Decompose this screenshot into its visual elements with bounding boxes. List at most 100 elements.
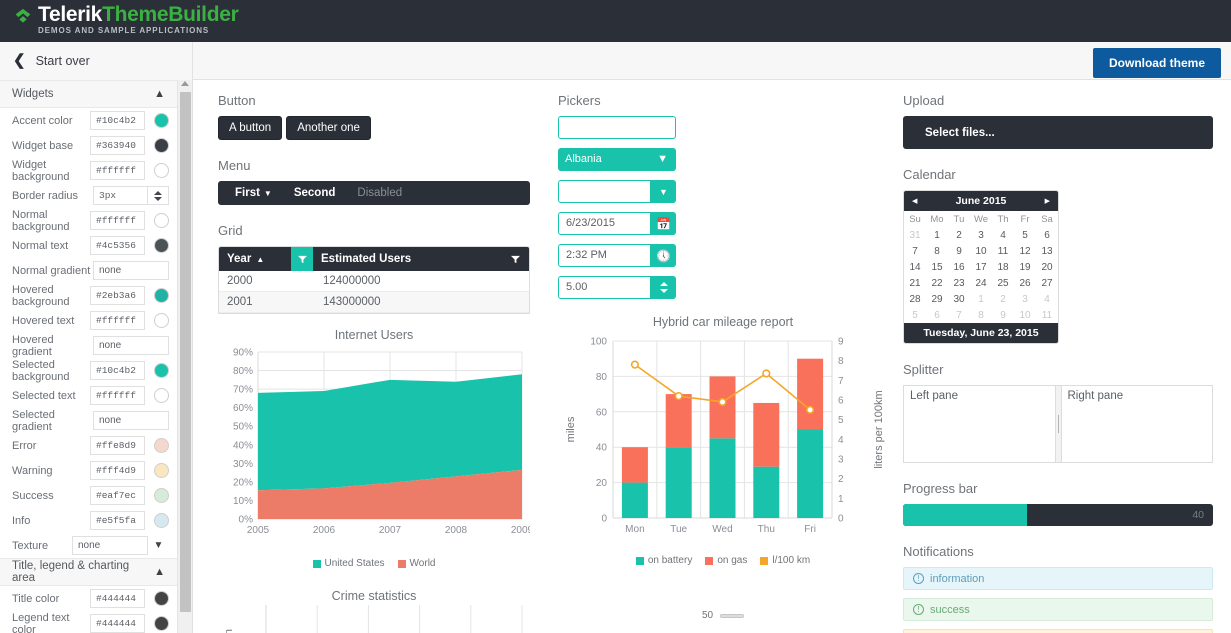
calendar-day-cell[interactable]: 4 [1036, 291, 1058, 307]
sidebar-setting-row[interactable]: Title color #444444 [0, 586, 177, 611]
numeric-textbox[interactable]: 5.00 [558, 276, 676, 299]
setting-control[interactable]: #444444 [90, 589, 169, 608]
setting-value-input[interactable]: #4c5356 [90, 236, 145, 255]
legend-item-l100km[interactable]: l/100 km [760, 555, 810, 566]
calendar-day-cell[interactable]: 20 [1036, 259, 1058, 275]
a-button[interactable]: A button [218, 116, 283, 140]
color-swatch-icon[interactable] [154, 438, 169, 453]
calendar-widget[interactable]: ◀ June 2015 ▶ Su Mo Tu We Th Fr Sa 31 1 2 3 4 5 6 7 8 9… [903, 190, 1059, 344]
autocomplete-input[interactable] [558, 116, 676, 139]
sidebar-setting-row[interactable]: Selected text #ffffff [0, 383, 177, 408]
legend-item-on-gas[interactable]: on gas [705, 555, 747, 566]
setting-control[interactable]: #ffffff [90, 161, 169, 180]
setting-control[interactable]: #ffffff [90, 311, 169, 330]
setting-value-input[interactable]: #ffffff [90, 311, 145, 330]
color-swatch-icon[interactable] [154, 488, 169, 503]
sidebar-setting-row[interactable]: Info #e5f5fa [0, 508, 177, 533]
color-swatch-icon[interactable] [154, 463, 169, 478]
color-swatch-icon[interactable] [154, 513, 169, 528]
sidebar-setting-row[interactable]: Hovered gradient none [0, 333, 177, 358]
calendar-day-cell[interactable]: 21 [904, 275, 926, 291]
calendar-day-cell[interactable]: 27 [1036, 275, 1058, 291]
legend-item-united-states[interactable]: United States [312, 558, 385, 569]
color-swatch-icon[interactable] [154, 113, 169, 128]
calendar-day-cell[interactable]: 30 [948, 291, 970, 307]
setting-control[interactable]: #444444 [90, 614, 169, 633]
another-one-button[interactable]: Another one [286, 116, 371, 140]
scroll-up-arrow-icon[interactable] [181, 81, 189, 86]
color-swatch-icon[interactable] [154, 388, 169, 403]
color-swatch-icon[interactable] [154, 363, 169, 378]
caret-down-icon[interactable]: ▼ [651, 180, 676, 203]
sidebar-setting-row[interactable]: Selected gradient none [0, 408, 177, 433]
dropdownlist-value[interactable]: Albania ▼ [558, 148, 676, 171]
calendar-day-cell[interactable]: 3 [1014, 291, 1036, 307]
setting-control[interactable]: #fff4d9 [90, 461, 169, 480]
calendar-day-cell[interactable]: 7 [904, 243, 926, 259]
sidebar-setting-row[interactable]: Hovered background #2eb3a6 [0, 283, 177, 308]
setting-value-input[interactable]: none [93, 411, 169, 430]
timepicker[interactable]: 2:32 PM 🕔 [558, 244, 676, 267]
setting-value-input[interactable]: #444444 [90, 614, 145, 633]
calendar-day-cell[interactable]: 23 [948, 275, 970, 291]
chevron-down-icon[interactable]: ▼ [148, 536, 169, 555]
sidebar-setting-row[interactable]: Widget base #363940 [0, 133, 177, 158]
notification-warning[interactable]: ! warning [903, 629, 1213, 633]
clock-icon[interactable]: 🕔 [651, 244, 676, 267]
sidebar-group-header[interactable]: Widgets ▲ [0, 80, 177, 108]
sidebar-setting-row[interactable]: Legend text color #444444 [0, 611, 177, 633]
calendar-day-cell[interactable]: 12 [1014, 243, 1036, 259]
setting-control[interactable]: #eaf7ec [90, 486, 169, 505]
color-swatch-icon[interactable] [154, 163, 169, 178]
calendar-day-cell[interactable]: 7 [948, 307, 970, 323]
setting-value-input[interactable]: none [93, 261, 169, 280]
calendar-day-cell[interactable]: 29 [926, 291, 948, 307]
setting-control[interactable]: #ffffff [90, 386, 169, 405]
calendar-day-cell[interactable]: 1 [970, 291, 992, 307]
sidebar-setting-row[interactable]: Normal text #4c5356 [0, 233, 177, 258]
setting-control[interactable]: #10c4b2 [90, 361, 169, 380]
calendar-day-cell[interactable]: 3 [970, 227, 992, 243]
table-row[interactable]: 2000 124000000 [219, 271, 529, 292]
table-row[interactable]: 2001 143000000 [219, 292, 529, 313]
sidebar-setting-row[interactable]: Success #eaf7ec [0, 483, 177, 508]
calendar-day-cell[interactable]: 18 [992, 259, 1014, 275]
color-swatch-icon[interactable] [154, 288, 169, 303]
grid-widget[interactable]: Year ▲ Estimated Users 2000 124000000 20… [218, 246, 530, 314]
setting-value-input[interactable]: #ffffff [90, 386, 145, 405]
sidebar-setting-row[interactable]: Hovered text #ffffff [0, 308, 177, 333]
calendar-day-cell[interactable]: 13 [1036, 243, 1058, 259]
grid-col-year[interactable]: Year ▲ [219, 247, 291, 271]
numeric-input[interactable]: 5.00 [558, 276, 651, 299]
calendar-day-cell[interactable]: 5 [904, 307, 926, 323]
calendar-day-cell[interactable]: 28 [904, 291, 926, 307]
sidebar-setting-row[interactable]: Accent color #10c4b2 [0, 108, 177, 133]
sidebar-scroll-thumb[interactable] [180, 92, 191, 612]
download-theme-button[interactable]: Download theme [1092, 48, 1221, 78]
setting-value-input[interactable]: #ffe8d9 [90, 436, 145, 455]
setting-control[interactable]: #4c5356 [90, 236, 169, 255]
grid-filter-year-button[interactable] [291, 247, 313, 271]
setting-control[interactable]: none ▼ [72, 536, 169, 555]
calendar-month-label[interactable]: June 2015 [917, 195, 1044, 207]
setting-value-input[interactable]: none [72, 536, 148, 555]
calendar-day-cell[interactable]: 2 [948, 227, 970, 243]
calendar-day-cell[interactable]: 8 [970, 307, 992, 323]
slider-handle-icon[interactable] [720, 613, 745, 618]
setting-control[interactable]: #2eb3a6 [90, 286, 169, 305]
calendar-day-cell[interactable]: 5 [1014, 227, 1036, 243]
setting-control[interactable]: #10c4b2 [90, 111, 169, 130]
calendar-day-cell[interactable]: 19 [1014, 259, 1036, 275]
chevron-up-icon[interactable]: ▲ [154, 88, 165, 100]
splitter-widget[interactable]: Left pane Right pane [903, 385, 1213, 463]
setting-control[interactable]: none [93, 261, 169, 280]
calendar-day-cell[interactable]: 2 [992, 291, 1014, 307]
sidebar-setting-row[interactable]: Error #ffe8d9 [0, 433, 177, 458]
calendar-day-cell[interactable]: 1 [926, 227, 948, 243]
setting-value-input[interactable]: #444444 [90, 589, 145, 608]
setting-value-input[interactable]: #ffffff [90, 211, 145, 230]
progress-bar-widget[interactable]: 40 [903, 504, 1213, 526]
color-swatch-icon[interactable] [154, 313, 169, 328]
color-swatch-icon[interactable] [154, 213, 169, 228]
calendar-day-cell[interactable]: 4 [992, 227, 1014, 243]
